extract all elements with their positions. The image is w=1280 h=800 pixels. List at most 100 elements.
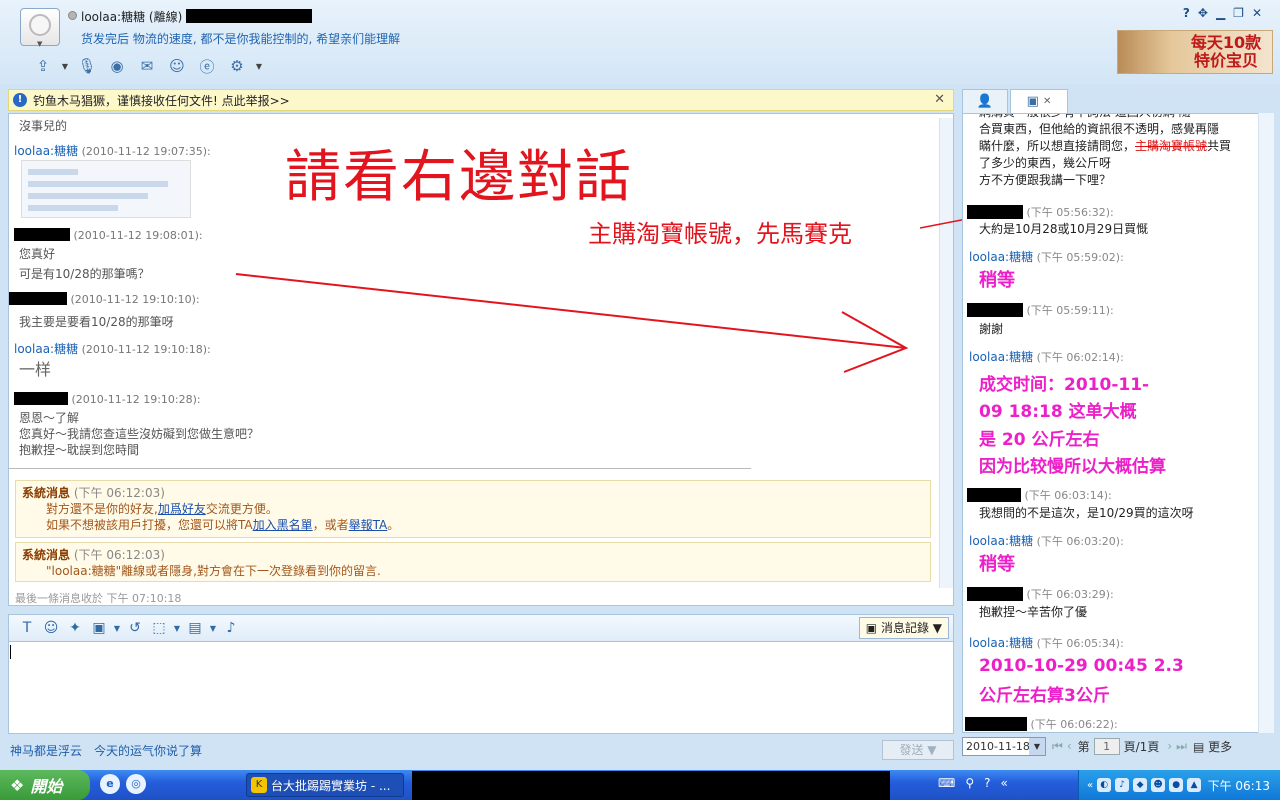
history-entry-header: (下午 06:03:14): — [967, 487, 1112, 503]
history-text-line: 瞞什麼，所以想直接請問您，主購淘寶帳號共買 — [979, 138, 1231, 155]
taskbar-item-label: 台大批踢踢實業坊 - ... — [271, 778, 391, 793]
more-label: 更多 — [1208, 739, 1233, 754]
redacted-block — [967, 587, 1023, 601]
redacted-block — [967, 205, 1023, 219]
history-entry-header: loolaa:糖糖 (下午 06:02:14): — [969, 348, 1124, 365]
history-time: (下午 05:59:11): — [1026, 304, 1114, 317]
expand-tray-icon[interactable]: « — [1087, 780, 1093, 791]
user-icon: 👤 — [976, 94, 994, 109]
chevron-down-icon: ▼ — [1029, 737, 1045, 755]
text-caret — [10, 645, 11, 659]
tab-contact-info[interactable]: 👤 — [962, 89, 1008, 113]
last-page-icon[interactable]: ⏭ — [1176, 739, 1187, 754]
history-sender: loolaa:糖糖 — [969, 350, 1034, 364]
ie-quicklaunch-icon[interactable]: e — [100, 774, 120, 794]
shake-icon[interactable]: ↺ — [123, 620, 147, 636]
history-entry-header: loolaa:糖糖 (下午 06:05:34): — [969, 634, 1124, 651]
history-entry-header: loolaa:糖糖 (下午 06:03:20): — [969, 532, 1124, 549]
history-scrollbar[interactable] — [1258, 113, 1274, 733]
history-tab-icon: ▣ — [1026, 94, 1039, 109]
history-sender: loolaa:糖糖 — [969, 534, 1034, 548]
right-panel-tabs: 👤 ▣ ✕ — [962, 89, 1070, 113]
prev-page-icon[interactable]: ‹ — [1067, 739, 1072, 753]
emoticon-icon[interactable]: ☺ — [39, 620, 63, 636]
keyboard-icon[interactable]: ⌨ — [938, 776, 955, 790]
history-pink-text: 稍等 — [979, 270, 1015, 291]
message-history-button[interactable]: ▣ 消息記錄 ▼ — [858, 617, 949, 639]
send-label: 發送 — [899, 743, 924, 757]
page-prefix: 第 — [1077, 739, 1090, 754]
update-icon[interactable]: ▲ — [1187, 778, 1202, 792]
history-pink-text: 因为比较慢所以大概估算 — [979, 457, 1166, 477]
arrow-tray-icon[interactable]: « — [1001, 776, 1008, 790]
message-input[interactable] — [8, 642, 954, 734]
footer-link-left[interactable]: 神马都是浮云 — [10, 742, 82, 759]
send-button[interactable]: 發送 ▼ — [882, 740, 954, 760]
more-button[interactable]: ▤ 更多 — [1193, 738, 1232, 755]
redacted-block — [967, 488, 1021, 502]
history-pink-text: 是 20 公斤左右 — [979, 430, 1100, 450]
history-time: (下午 06:03:29): — [1026, 588, 1114, 601]
history-text: 網購買一般很少有不詢法 這回人初網 隨 — [979, 114, 1191, 121]
app-task-icon: K — [251, 777, 267, 793]
screenshot-dropdown-icon[interactable]: ▼ — [171, 624, 183, 633]
page-input[interactable]: 1 — [1093, 737, 1120, 755]
redacted-block — [965, 717, 1027, 731]
tab-close-icon[interactable]: ✕ — [1043, 96, 1051, 107]
windows-logo-icon: ❖ — [10, 775, 25, 795]
language-bar: ⌨ ⚲ ? « — [938, 776, 1008, 790]
history-pink-text: 稍等 — [979, 554, 1015, 575]
history-pink-text: 成交时间：2010-11- — [979, 375, 1150, 395]
history-entry-header: (下午 05:56:32): — [967, 204, 1114, 220]
date-select[interactable]: 2010-11-18 ▼ — [962, 736, 1046, 756]
taskbar-item[interactable]: K 台大批踢踢實業坊 - ... — [246, 773, 404, 797]
history-entry-header: (下午 05:59:11): — [967, 302, 1114, 318]
image-icon[interactable]: ▣ — [87, 620, 111, 636]
history-time: (下午 06:06:22): — [1030, 718, 1118, 731]
page-suffix: 頁/1頁 — [1123, 739, 1160, 754]
history-sender: loolaa:糖糖 — [969, 636, 1034, 650]
start-label: 開始 — [30, 777, 63, 796]
ime-icon[interactable]: ⚲ — [965, 776, 974, 790]
security-icon[interactable]: ◆ — [1133, 778, 1148, 792]
next-page-icon[interactable]: › — [1167, 739, 1172, 753]
history-entry-header: loolaa:糖糖 (下午 05:59:02): — [969, 248, 1124, 265]
history-pink-text: 2010-10-29 00:45 2.3 — [979, 656, 1184, 676]
history-time: (下午 06:02:14): — [1036, 351, 1124, 364]
history-entry-header: (下午 06:06:22): — [965, 716, 1118, 732]
image-dropdown-icon[interactable]: ▼ — [111, 624, 123, 633]
history-text: 共買 — [1207, 139, 1232, 153]
history-pagination: 2010-11-18 ▼ ⏮ ‹ 第 1 頁/1頁 › ⏭ ▤ 更多 — [962, 735, 1274, 757]
history-text: 瞞什麼，所以想直接請問您， — [979, 139, 1136, 153]
redacted-block — [412, 771, 890, 800]
bell-icon[interactable]: ♪ — [219, 620, 243, 636]
app-quicklaunch-icon[interactable]: ◎ — [126, 774, 146, 794]
history-time: (下午 06:05:34): — [1036, 637, 1124, 650]
antivirus-icon[interactable]: ● — [1169, 778, 1184, 792]
network-icon[interactable]: ◐ — [1097, 778, 1112, 792]
history-time: (下午 06:03:20): — [1036, 535, 1124, 548]
redacted-account: 主購淘寶帳號 — [1135, 139, 1208, 153]
messenger-icon[interactable]: ☻ — [1151, 778, 1166, 792]
help-tray-icon[interactable]: ? — [984, 776, 990, 790]
start-button[interactable]: ❖ 開始 — [0, 770, 90, 800]
tab-message-history[interactable]: ▣ ✕ — [1010, 89, 1068, 113]
clock[interactable]: 下午 06:13 — [1208, 777, 1270, 794]
history-sender: loolaa:糖糖 — [969, 250, 1034, 264]
history-time: (下午 05:56:32): — [1026, 206, 1114, 219]
volume-icon[interactable]: ♪ — [1115, 778, 1130, 792]
history-pink-text: 公斤左右算3公斤 — [979, 686, 1110, 706]
font-icon[interactable]: T — [15, 620, 39, 636]
screenshot-icon[interactable]: ⬚ — [147, 620, 171, 636]
history-text: 大約是10月28或10月29日買慨 — [979, 222, 1149, 236]
footer-link-right[interactable]: 今天的运气你说了算 — [94, 742, 202, 759]
clipboard-dropdown-icon[interactable]: ▼ — [207, 624, 219, 633]
history-time: (下午 05:59:02): — [1036, 251, 1124, 264]
date-value: 2010-11-18 — [966, 739, 1030, 753]
magic-icon[interactable]: ✦ — [63, 620, 87, 636]
first-page-icon[interactable]: ⏮ — [1052, 739, 1063, 754]
history-text: 謝謝 — [979, 322, 1004, 336]
history-time: (下午 06:03:14): — [1024, 489, 1112, 502]
history-text: 了多少的東西，幾公斤呀 — [979, 156, 1112, 170]
clipboard-icon[interactable]: ▤ — [183, 620, 207, 636]
